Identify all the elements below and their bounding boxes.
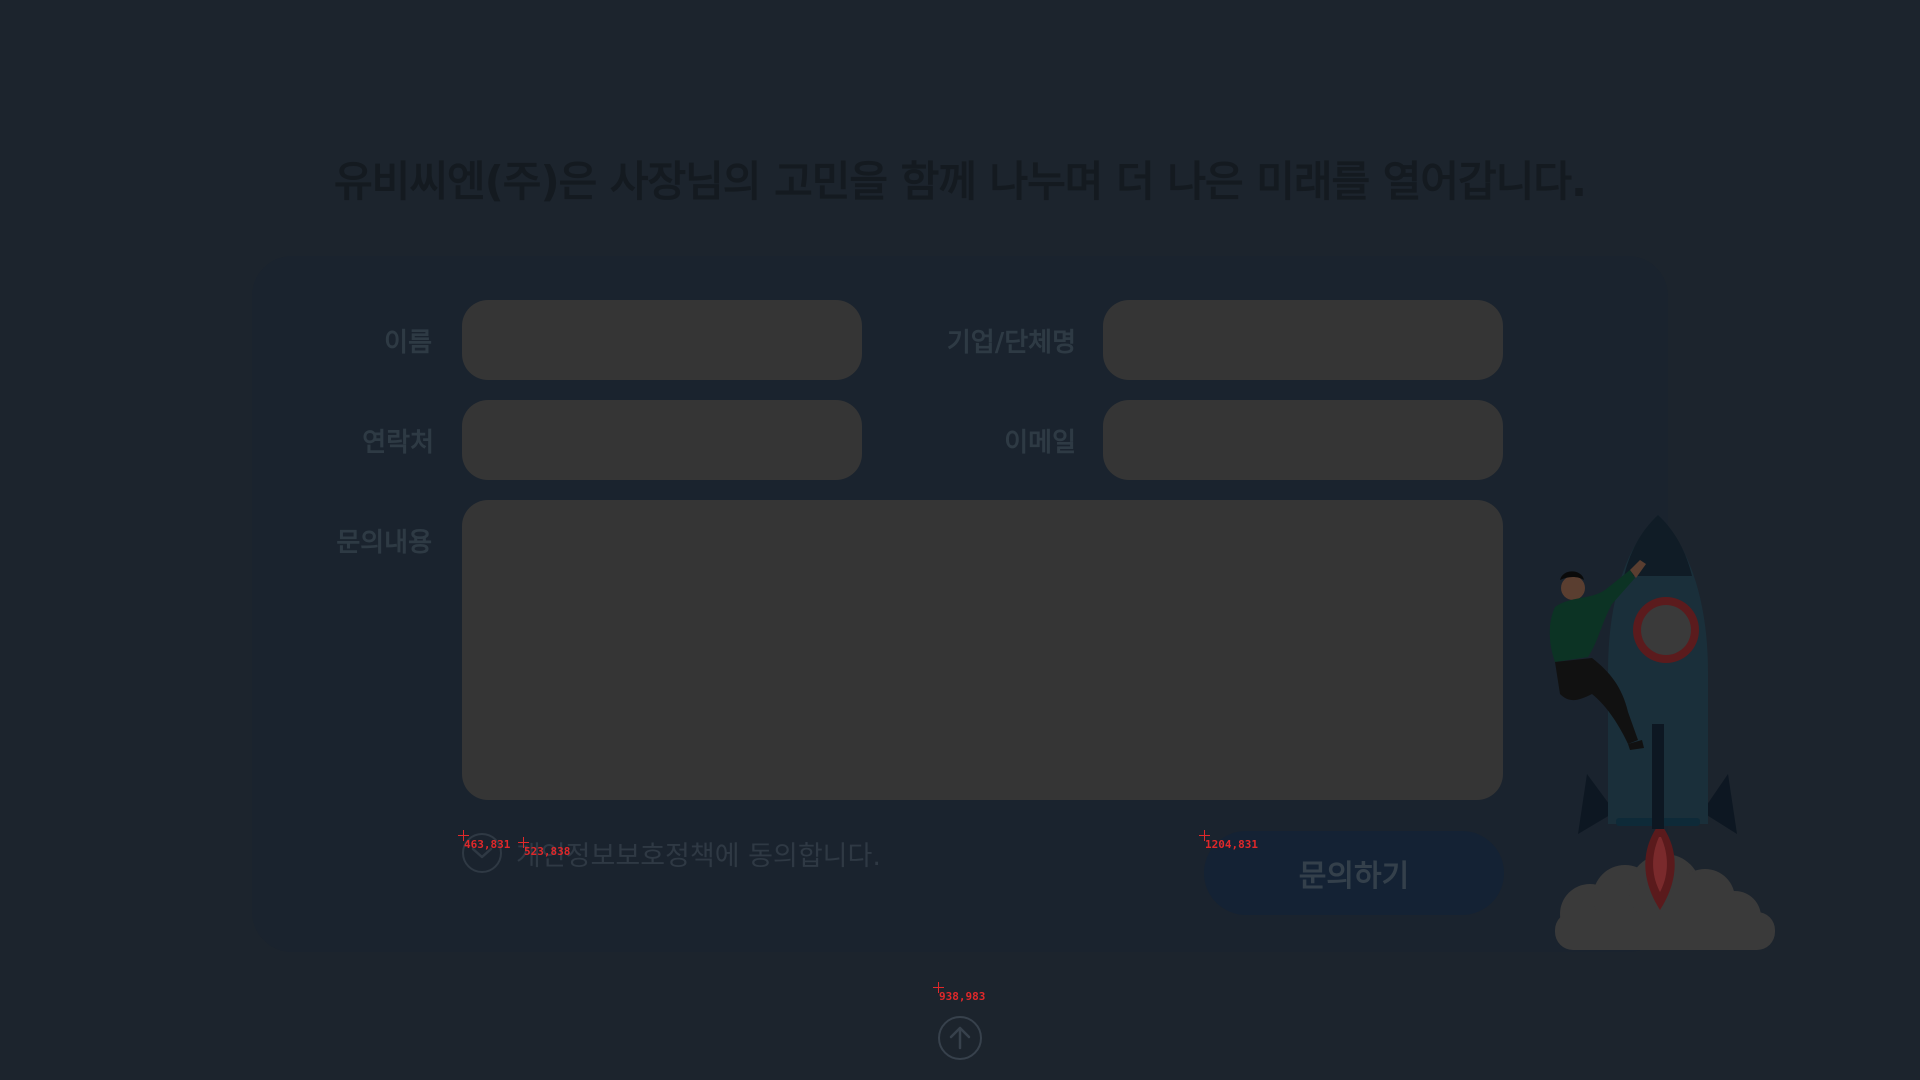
name-input[interactable] <box>462 300 862 380</box>
inquiry-textarea[interactable] <box>462 500 1503 800</box>
scroll-top-button[interactable] <box>938 1016 982 1060</box>
email-input[interactable] <box>1103 400 1503 480</box>
company-input[interactable] <box>1103 300 1503 380</box>
phone-label: 연락처 <box>362 428 434 458</box>
email-label: 이메일 <box>1004 428 1076 458</box>
inquiry-label: 문의내용 <box>336 528 432 558</box>
company-label: 기업/단체명 <box>946 328 1076 358</box>
page-headline: 유비씨엔(주)은 사장님의 고민을 함께 나누며 더 나은 미래를 열어갑니다. <box>334 157 1587 206</box>
name-label: 이름 <box>384 328 432 358</box>
rocket-person-illustration <box>1549 515 1775 950</box>
privacy-agree-text: 개인정보보호정책에 동의합니다. <box>516 840 881 872</box>
phone-input[interactable] <box>462 400 862 480</box>
arrow-up-icon <box>949 1026 971 1050</box>
